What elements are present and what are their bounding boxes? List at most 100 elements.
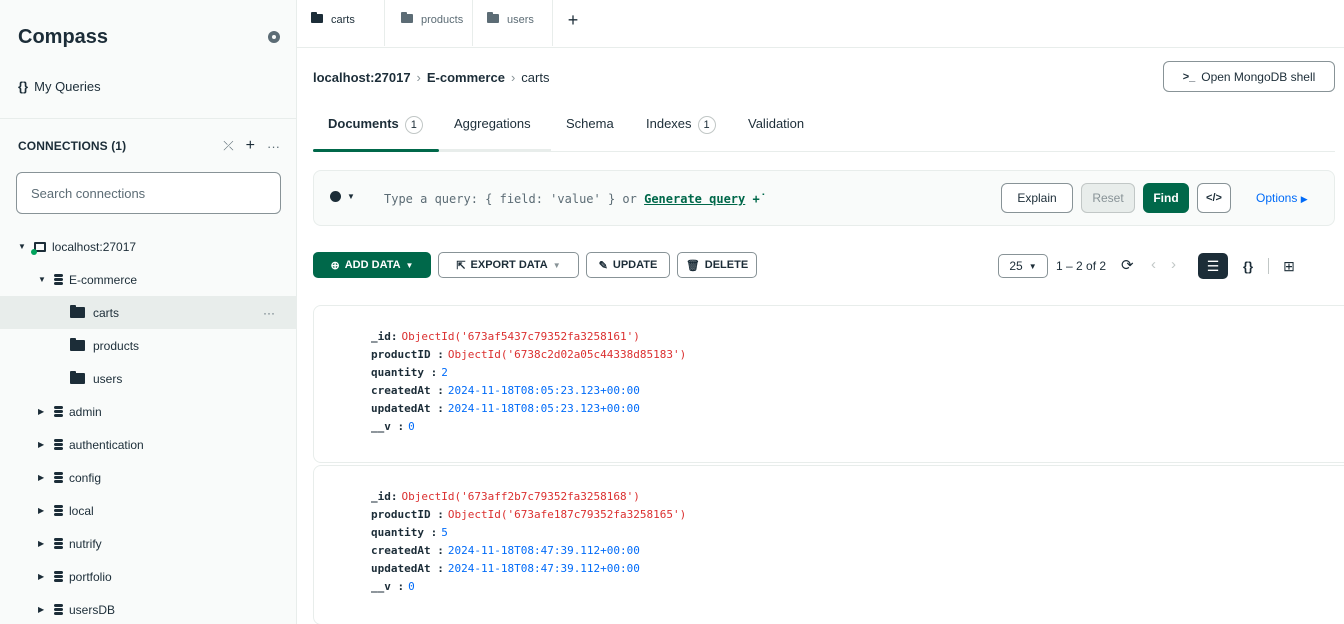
tree-db-admin[interactable]: ▶ admin [0, 395, 297, 428]
folder-icon [70, 338, 85, 351]
caret-right-icon[interactable]: ▶ [38, 407, 48, 416]
terminal-icon: >_ [1182, 70, 1196, 83]
reset-button[interactable]: Reset [1081, 183, 1135, 213]
open-shell-button[interactable]: >_ Open MongoDB shell [1163, 61, 1335, 92]
tree-host[interactable]: ▼ localhost:27017 [0, 230, 297, 263]
page-size-value: 25 [1009, 259, 1023, 273]
tab-products[interactable]: products [385, 0, 473, 46]
breadcrumb-host[interactable]: localhost:27017 [313, 70, 411, 85]
pagination-range: 1 – 2 of 2 [1056, 259, 1107, 273]
caret-right-icon[interactable]: ▶ [38, 539, 48, 548]
generate-query-link[interactable]: Generate query [644, 192, 745, 206]
field-key: __v : [371, 579, 405, 593]
more-icon[interactable]: ··· [267, 139, 280, 154]
folder-icon [311, 12, 323, 23]
field-createdat: createdAt : 2024-11-18T08:47:39.112+00:0… [371, 542, 640, 558]
database-icon [54, 538, 63, 549]
chevron-right-icon: › [416, 70, 421, 85]
collapse-icon[interactable]: ⤫ [223, 138, 233, 154]
list-view-icon[interactable]: ☰ [1198, 253, 1228, 279]
document-card[interactable]: _id: ObjectId('673af5437c79352fa3258161'… [313, 305, 1344, 463]
field-value: 0 [408, 419, 415, 433]
explain-button[interactable]: Explain [1001, 183, 1073, 213]
tab-schema[interactable]: Schema [551, 110, 631, 151]
database-icon [54, 406, 63, 417]
caret-right-icon[interactable]: ▶ [38, 440, 48, 449]
tab-label: users [507, 14, 534, 26]
tab-carts[interactable]: carts [297, 0, 385, 46]
code-icon[interactable]: </> [1197, 183, 1231, 213]
export-data-button[interactable]: ⇱ EXPORT DATA ▼ [438, 252, 579, 278]
caret-down-icon[interactable]: ▼ [18, 242, 28, 251]
chevron-right-icon: › [510, 70, 516, 85]
page-size-select[interactable]: 25 ▼ [998, 254, 1048, 278]
tree-db-portfolio[interactable]: ▶ portfolio [0, 560, 297, 593]
tree-db-nutrify[interactable]: ▶ nutrify [0, 527, 297, 560]
breadcrumb-collection: carts [521, 70, 550, 85]
field-productid: productID : ObjectId('673afe187c79352fa3… [371, 506, 686, 522]
folder-icon [401, 12, 413, 23]
document-card[interactable]: _id: ObjectId('673aff2b7c79352fa3258168'… [313, 465, 1344, 624]
tab-validation[interactable]: Validation [733, 110, 833, 151]
add-data-button[interactable]: ⊕ ADD DATA ▼ [313, 252, 431, 278]
db-label: E-commerce [69, 272, 138, 287]
delete-label: DELETE [704, 259, 749, 271]
tree-db-local[interactable]: ▶ local [0, 494, 297, 527]
caret-right-icon[interactable]: ▶ [38, 605, 48, 614]
find-button[interactable]: Find [1143, 183, 1189, 213]
caret-right-icon[interactable]: ▶ [38, 473, 48, 482]
field-value: 0 [408, 579, 415, 593]
field-createdat: createdAt : 2024-11-18T08:05:23.123+00:0… [371, 382, 640, 398]
caret-down-icon: ▼ [347, 192, 355, 201]
query-history-button[interactable]: ▼ [330, 191, 355, 202]
tree-db-ecommerce[interactable]: ▼ E-commerce [0, 263, 297, 296]
db-label: portfolio [69, 569, 112, 584]
caret-down-icon: ▼ [405, 260, 414, 270]
table-view-icon[interactable]: ⊞ [1269, 258, 1309, 275]
tree-collection-users[interactable]: users [0, 362, 297, 395]
tab-label: products [421, 14, 464, 26]
tree-db-usersdb[interactable]: ▶ usersDB [0, 593, 297, 624]
tree-collection-carts[interactable]: carts ··· [0, 296, 297, 329]
field-key: quantity : [371, 365, 438, 379]
connection-tree: ▼ localhost:27017 ▼ E-commerce carts ···… [0, 230, 297, 624]
chevron-left-icon[interactable]: ‹ [1151, 256, 1156, 273]
field-updatedat: updatedAt : 2024-11-18T08:05:23.123+00:0… [371, 400, 640, 416]
refresh-icon[interactable]: ⟳ [1121, 256, 1134, 274]
options-toggle[interactable]: Options ▶ [1256, 191, 1308, 205]
query-bar: ▼ Type a query: { field: 'value' } or Ge… [313, 170, 1335, 226]
tab-indexes[interactable]: Indexes 1 [631, 110, 733, 151]
more-icon[interactable]: ··· [263, 306, 275, 320]
breadcrumb-db[interactable]: E-commerce [427, 70, 505, 85]
update-button[interactable]: ✎ UPDATE [586, 252, 670, 278]
caret-right-icon: ▶ [1300, 194, 1308, 204]
tree-db-authentication[interactable]: ▶ authentication [0, 428, 297, 461]
tab-users[interactable]: users [473, 0, 553, 46]
caret-right-icon[interactable]: ▶ [38, 572, 48, 581]
query-input[interactable]: Type a query: { field: 'value' } or Gene… [384, 192, 760, 206]
search-connections-input[interactable]: Search connections [16, 172, 281, 214]
tree-db-config[interactable]: ▶ config [0, 461, 297, 494]
main-panel: carts products users + localhost:27017 ›… [297, 0, 1344, 624]
tab-aggregations[interactable]: Aggregations [439, 110, 551, 152]
field-value: ObjectId('673aff2b7c79352fa3258168') [401, 489, 640, 503]
new-tab-plus-icon[interactable]: + [553, 0, 593, 47]
caret-right-icon[interactable]: ▶ [38, 506, 48, 515]
collection-label: carts [93, 305, 120, 320]
gear-icon[interactable] [268, 31, 280, 43]
sidebar: Compass {} My Queries CONNECTIONS (1) ⤫ … [0, 0, 297, 624]
pencil-icon: ✎ [598, 259, 608, 272]
caret-down-icon[interactable]: ▼ [38, 275, 48, 284]
my-queries-item[interactable]: {} My Queries [18, 76, 101, 96]
db-label: authentication [69, 437, 144, 452]
tab-documents[interactable]: Documents 1 [313, 110, 439, 152]
chevron-right-icon[interactable]: › [1171, 256, 1176, 273]
tab-aggregations-label: Aggregations [454, 116, 531, 131]
field-key: updatedAt : [371, 401, 444, 415]
tree-collection-products[interactable]: products [0, 329, 297, 362]
sidebar-divider [0, 118, 297, 119]
field-v: __v : 0 [371, 578, 415, 594]
delete-button[interactable]: 🗑 DELETE [677, 252, 757, 278]
add-connection-icon[interactable]: + [246, 137, 255, 155]
json-view-icon[interactable]: {} [1228, 259, 1268, 274]
